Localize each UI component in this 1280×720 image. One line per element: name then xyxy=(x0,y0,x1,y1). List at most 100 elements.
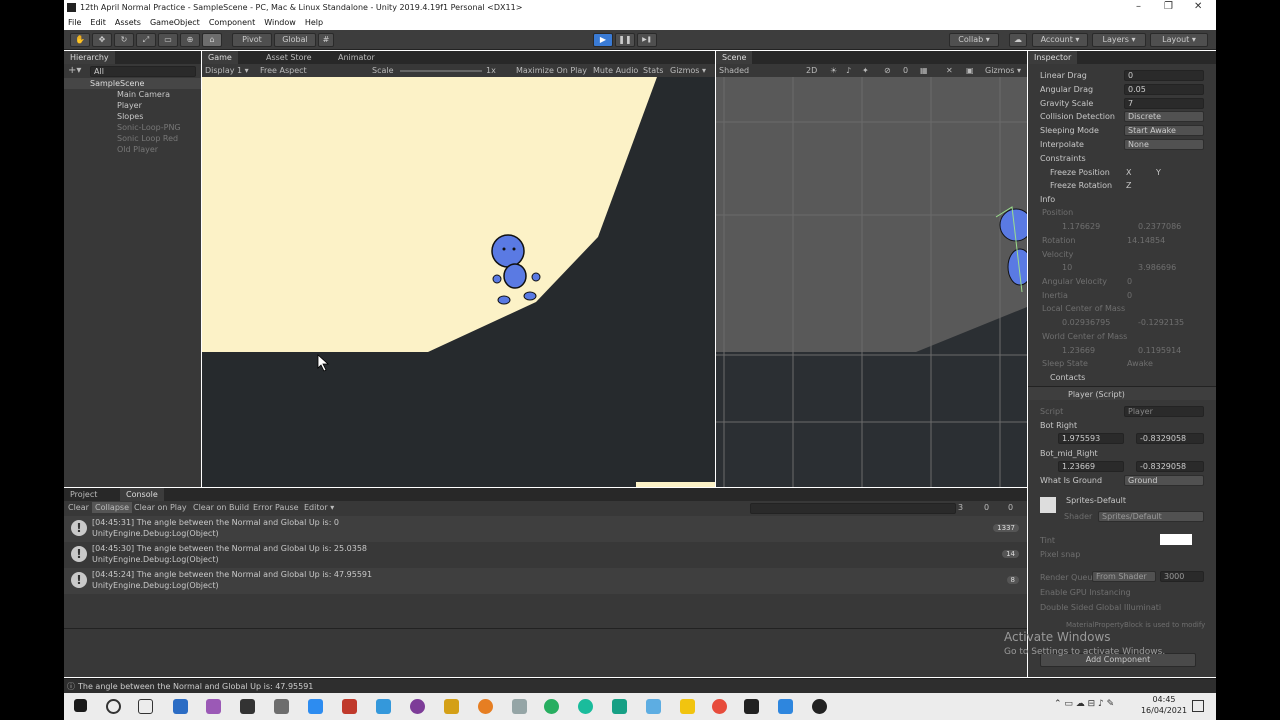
interpolate-dropdown[interactable]: None xyxy=(1124,139,1204,150)
app-icon-4[interactable] xyxy=(274,699,289,714)
contacts-foldout[interactable]: Contacts xyxy=(1050,373,1085,382)
script-field[interactable]: Player xyxy=(1124,406,1204,417)
lighting-icon[interactable]: ☀ xyxy=(830,66,837,75)
log-entry[interactable]: ! [04:45:24] The angle between the Norma… xyxy=(64,568,1027,594)
unity-hub-icon[interactable] xyxy=(744,699,759,714)
step-button[interactable]: ▶❚ xyxy=(637,33,657,47)
game-viewport[interactable] xyxy=(202,77,715,487)
status-message[interactable]: The angle between the Normal and Global … xyxy=(78,682,313,691)
menu-window[interactable]: Window xyxy=(260,16,301,27)
shading-dropdown[interactable]: Shaded xyxy=(719,66,749,75)
tint-color-swatch[interactable] xyxy=(1160,534,1192,545)
freeze-position-y-toggle[interactable]: Y xyxy=(1156,168,1161,177)
cloud-icon[interactable]: ☁ xyxy=(1009,33,1027,47)
tools-icon[interactable]: ✕ xyxy=(946,66,953,75)
menu-assets[interactable]: Assets xyxy=(111,16,146,27)
transform-tool-icon[interactable]: ⊕ xyxy=(180,33,200,47)
clear-on-build-toggle[interactable]: Clear on Build xyxy=(193,503,249,512)
shader-dropdown[interactable]: Sprites/Default xyxy=(1098,511,1204,522)
play-button[interactable]: ▶ xyxy=(593,33,613,47)
global-toggle[interactable]: Global xyxy=(274,33,316,47)
account-dropdown[interactable]: Account ▾ xyxy=(1032,33,1088,47)
scene-name[interactable]: SampleScene xyxy=(90,79,144,88)
hierarchy-item-main-camera[interactable]: Main Camera xyxy=(117,90,170,99)
chrome-icon[interactable] xyxy=(712,699,727,714)
render-queue-input[interactable]: 3000 xyxy=(1160,571,1204,582)
tab-hierarchy[interactable]: Hierarchy xyxy=(64,51,115,64)
gravity-scale-input[interactable]: 7 xyxy=(1124,98,1204,109)
vscode-icon[interactable] xyxy=(778,699,793,714)
what-is-ground-dropdown[interactable]: Ground xyxy=(1124,475,1204,486)
tab-scene[interactable]: Scene xyxy=(716,51,753,64)
tab-asset-store[interactable]: Asset Store xyxy=(260,51,318,64)
info-count[interactable]: 3 xyxy=(958,503,963,512)
unity-icon[interactable] xyxy=(812,699,827,714)
system-tray-icons[interactable]: ⌃ ▭ ☁ ⊟ ♪ ✎ xyxy=(1054,699,1114,709)
console-search-input[interactable] xyxy=(750,503,956,514)
task-view-icon[interactable] xyxy=(138,699,153,714)
menu-gameobject[interactable]: GameObject xyxy=(146,16,205,27)
mute-audio-toggle[interactable]: Mute Audio xyxy=(593,66,638,75)
effects-icon[interactable]: ✦ xyxy=(862,66,869,75)
editor-dropdown[interactable]: Editor ▾ xyxy=(304,503,334,512)
grid-snap-icon[interactable]: # xyxy=(318,33,334,47)
pause-button[interactable]: ❚❚ xyxy=(615,33,635,47)
clear-on-play-toggle[interactable]: Clear on Play xyxy=(134,503,187,512)
render-queue-dropdown[interactable]: From Shader xyxy=(1092,571,1156,582)
pivot-toggle[interactable]: Pivot xyxy=(232,33,272,47)
clock-time[interactable]: 04:45 xyxy=(1139,695,1189,704)
zoom-icon[interactable] xyxy=(308,699,323,714)
freeze-rotation-z-toggle[interactable]: Z xyxy=(1126,181,1131,190)
hierarchy-item-slopes[interactable]: Slopes xyxy=(117,112,143,121)
custom-tool-icon[interactable]: ⌂ xyxy=(202,33,222,47)
scene-gizmos-dropdown[interactable]: Gizmos ▾ xyxy=(985,66,1021,75)
game-gizmos-dropdown[interactable]: Gizmos ▾ xyxy=(670,66,706,75)
collision-detection-dropdown[interactable]: Discrete xyxy=(1124,111,1204,122)
add-icon[interactable]: +▾ xyxy=(68,65,82,76)
rotate-tool-icon[interactable]: ↻ xyxy=(114,33,134,47)
utorrent-icon[interactable] xyxy=(544,699,559,714)
app-icon-5[interactable] xyxy=(342,699,357,714)
bot-mid-right-y-input[interactable]: -0.8329058 xyxy=(1136,461,1204,472)
clear-button[interactable]: Clear xyxy=(68,503,89,512)
error-count[interactable]: 0 xyxy=(1008,503,1013,512)
maximize-button[interactable]: ❐ xyxy=(1164,1,1173,12)
app-icon-6[interactable] xyxy=(376,699,391,714)
app-icon-11[interactable] xyxy=(612,699,627,714)
tab-animator[interactable]: Animator xyxy=(332,51,381,64)
app-icon-2[interactable] xyxy=(206,699,221,714)
hand-tool-icon[interactable]: ✋ xyxy=(70,33,90,47)
close-button[interactable]: ✕ xyxy=(1194,1,1202,12)
minimize-button[interactable]: – xyxy=(1136,1,1141,12)
freeze-position-x-toggle[interactable]: X xyxy=(1126,168,1131,177)
edge-icon[interactable] xyxy=(578,699,593,714)
hierarchy-item-sonic-loop-red[interactable]: Sonic Loop Red xyxy=(117,134,178,143)
menu-edit[interactable]: Edit xyxy=(86,16,111,27)
scene-viewport[interactable] xyxy=(716,77,1027,487)
hierarchy-item-old-player[interactable]: Old Player xyxy=(117,145,158,154)
display-dropdown[interactable]: Display 1 ▾ xyxy=(205,66,249,75)
file-explorer-icon[interactable] xyxy=(680,699,695,714)
constraints-foldout[interactable]: Constraints xyxy=(1040,154,1086,163)
menu-component[interactable]: Component xyxy=(205,16,260,27)
audio-icon[interactable]: ♪ xyxy=(846,66,851,75)
hierarchy-search-input[interactable]: All xyxy=(90,66,196,77)
aspect-dropdown[interactable]: Free Aspect xyxy=(260,66,307,75)
stats-toggle[interactable]: Stats xyxy=(643,66,663,75)
info-foldout[interactable]: Info xyxy=(1040,195,1055,204)
layers-dropdown[interactable]: Layers ▾ xyxy=(1092,33,1146,47)
layout-dropdown[interactable]: Layout ▾ xyxy=(1150,33,1208,47)
sleeping-mode-dropdown[interactable]: Start Awake xyxy=(1124,125,1204,136)
2d-toggle[interactable]: 2D xyxy=(806,66,817,75)
scale-slider[interactable] xyxy=(400,70,482,72)
scale-tool-icon[interactable]: ⤢ xyxy=(136,33,156,47)
app-icon-3[interactable] xyxy=(240,699,255,714)
clock-date[interactable]: 16/04/2021 xyxy=(1134,706,1194,715)
tab-console[interactable]: Console xyxy=(120,488,164,501)
app-icon-1[interactable] xyxy=(173,699,188,714)
log-entry[interactable]: ! [04:45:31] The angle between the Norma… xyxy=(64,516,1027,542)
search-icon[interactable] xyxy=(106,699,121,714)
angular-drag-input[interactable]: 0.05 xyxy=(1124,84,1204,95)
app-icon-9[interactable] xyxy=(478,699,493,714)
move-tool-icon[interactable]: ✥ xyxy=(92,33,112,47)
